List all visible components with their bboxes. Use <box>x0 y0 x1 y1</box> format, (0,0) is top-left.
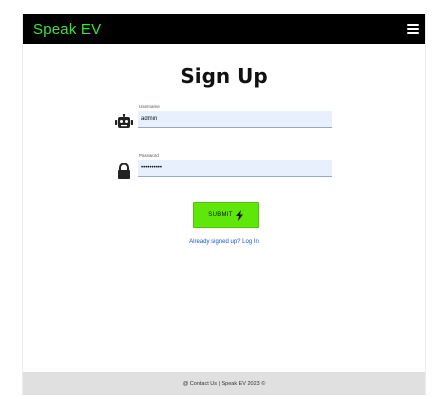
password-label: Password <box>139 153 159 158</box>
lightning-bolt-icon <box>235 209 243 221</box>
password-field-group: Password <box>115 153 355 183</box>
username-field-group: Username <box>115 104 355 134</box>
menu-line <box>407 24 419 26</box>
menu-line <box>407 32 419 34</box>
footer: @ Contact Us | Speak EV 2023 © <box>23 372 425 395</box>
username-label: Username <box>139 104 160 109</box>
browser-viewport: Speak EV Sign Up Username admin Password… <box>0 0 434 403</box>
lock-icon <box>118 163 130 179</box>
page-title: Sign Up <box>180 64 268 88</box>
password-input[interactable] <box>138 160 332 177</box>
login-link[interactable]: Already signed up? Log In <box>23 239 425 245</box>
submit-button[interactable]: SUBMIT <box>193 202 259 228</box>
hamburger-menu-icon[interactable] <box>407 24 419 34</box>
signup-page: Speak EV Sign Up Username admin Password… <box>22 14 426 395</box>
submit-label: SUBMIT <box>208 212 233 218</box>
navbar: Speak EV <box>23 14 425 44</box>
username-input[interactable] <box>138 111 332 128</box>
menu-line <box>407 28 419 30</box>
robot-icon <box>115 114 133 128</box>
brand-logo-link[interactable]: Speak EV <box>33 21 101 38</box>
footer-text: @ Contact Us | Speak EV 2023 © <box>182 380 266 387</box>
